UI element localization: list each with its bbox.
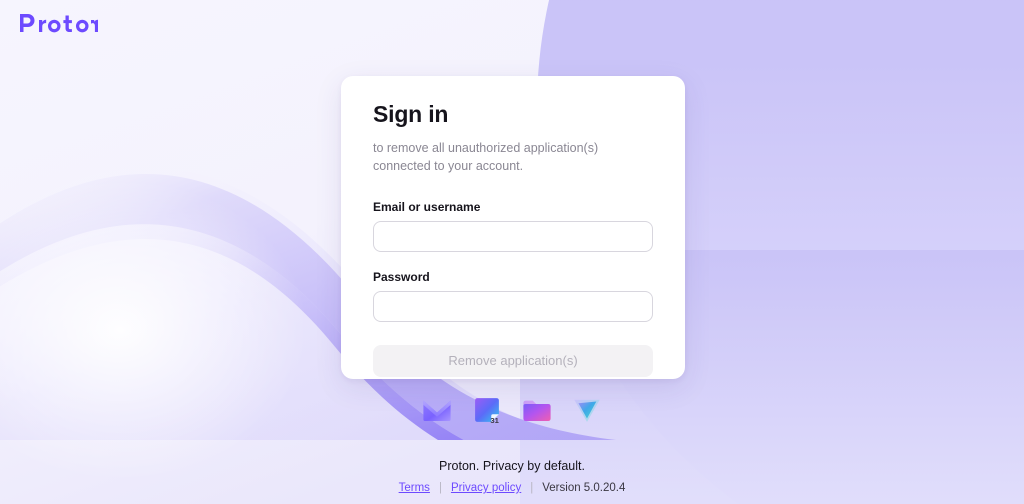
background-glow [0, 120, 380, 504]
remove-applications-button[interactable]: Remove application(s) [373, 344, 653, 377]
card-subtitle: to remove all unauthorized application(s… [373, 141, 599, 174]
sign-in-card: Sign in to remove all unauthorized appli… [341, 76, 685, 379]
vpn-icon[interactable] [570, 393, 604, 427]
page-title: Sign in [373, 101, 449, 127]
drive-icon[interactable] [520, 393, 554, 427]
username-input[interactable] [373, 220, 653, 252]
password-label: Password [373, 269, 430, 284]
version-label: Version 5.0.20.4 [542, 482, 626, 494]
footer-separator-2: | [530, 482, 534, 494]
terms-link[interactable]: Terms [399, 482, 430, 494]
password-input[interactable] [373, 290, 653, 322]
username-label: Email or username [373, 199, 481, 214]
calendar-badge-label: 31 [490, 416, 499, 425]
proton-apps-row: 31 [0, 393, 1024, 427]
mail-icon[interactable] [420, 393, 454, 427]
privacy-policy-link[interactable]: Privacy policy [451, 482, 521, 494]
password-field-group: Password [373, 270, 653, 322]
footer-separator-1: | [438, 482, 442, 494]
page-footer: Proton. Privacy by default. Terms | Priv… [0, 459, 1024, 494]
username-field-group: Email or username [373, 200, 653, 252]
footer-tagline: Proton. Privacy by default. [439, 459, 585, 473]
footer-links: Terms | Privacy policy | Version 5.0.20.… [0, 482, 1024, 494]
proton-logo[interactable] [18, 11, 98, 35]
calendar-icon[interactable]: 31 [470, 393, 504, 427]
